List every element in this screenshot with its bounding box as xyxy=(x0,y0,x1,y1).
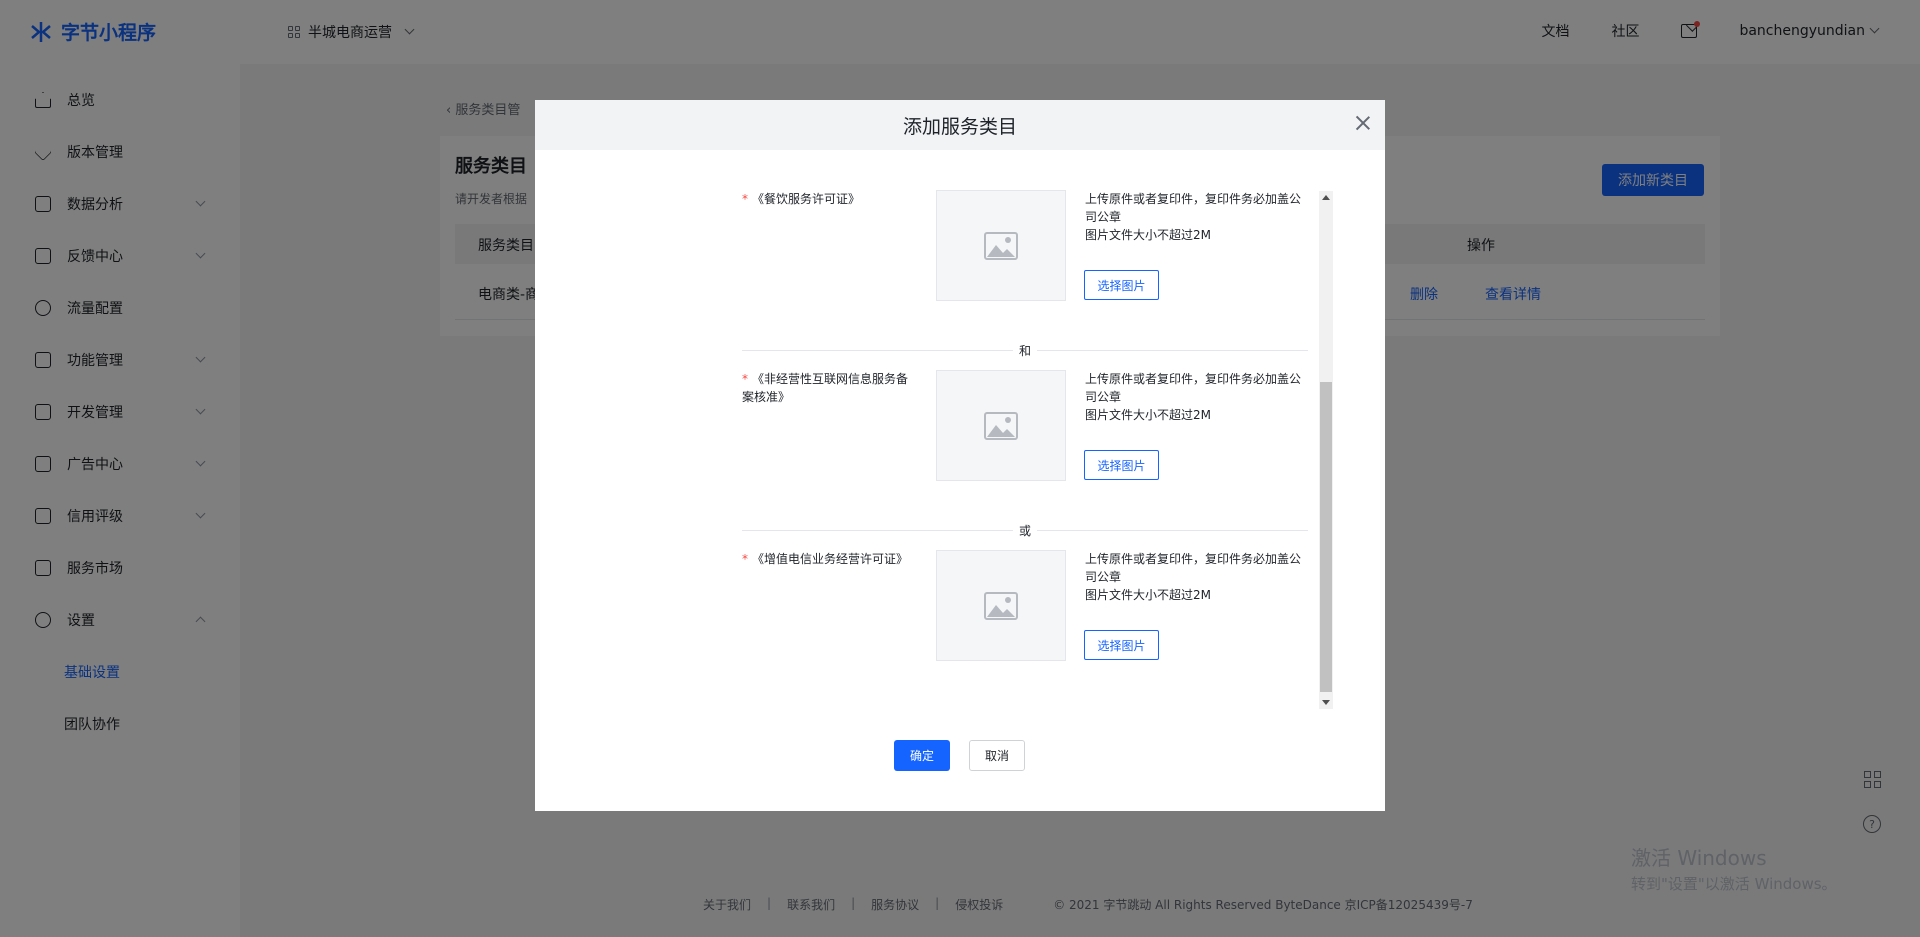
license-name: 《非经营性互联网信息服务备案核准》 xyxy=(742,372,909,404)
modal-title: 添加服务类目 xyxy=(902,115,1017,138)
windows-activation-watermark: 激活 Windows 转到"设置"以激活 Windows。 xyxy=(1631,842,1837,894)
license-name: 《餐饮服务许可证》 xyxy=(752,192,861,206)
image-icon xyxy=(984,411,1018,440)
upload-hint: 上传原件或者复印件，复印件务必加盖公司公章图片文件大小不超过2M xyxy=(1085,550,1310,604)
upload-hint: 上传原件或者复印件，复印件务必加盖公司公章图片文件大小不超过2M xyxy=(1085,370,1310,424)
add-category-modal: 添加服务类目 * 《餐饮服务许可证》 上传原件或者复印件，复印件务必加盖公司公章图… xyxy=(535,100,1385,811)
license-label: * 《非经营性互联网信息服务备案核准》 xyxy=(742,370,917,406)
image-icon xyxy=(984,231,1018,260)
required-mark: * xyxy=(742,192,748,206)
select-image-button[interactable]: 选择图片 xyxy=(1084,270,1159,300)
upload-hint: 上传原件或者复印件，复印件务必加盖公司公章图片文件大小不超过2M xyxy=(1085,190,1310,244)
divider-label-or: 或 xyxy=(1013,522,1037,539)
image-icon xyxy=(984,591,1018,620)
license-label: * 《增值电信业务经营许可证》 xyxy=(742,550,917,568)
divider-label-and: 和 xyxy=(1013,342,1037,359)
activation-subtitle: 转到"设置"以激活 Windows。 xyxy=(1631,875,1837,893)
scrollbar[interactable] xyxy=(1319,191,1333,709)
hint-line-1: 上传原件或者复印件，复印件务必加盖公司公章 xyxy=(1085,372,1302,404)
select-image-button[interactable]: 选择图片 xyxy=(1084,450,1159,480)
scrollbar-thumb[interactable] xyxy=(1320,382,1332,692)
image-placeholder xyxy=(936,370,1066,481)
hint-line-2: 图片文件大小不超过2M xyxy=(1085,408,1211,422)
modal-scroll-area[interactable]: * 《餐饮服务许可证》 上传原件或者复印件，复印件务必加盖公司公章 图片文件大小不超… xyxy=(535,150,1385,710)
scroll-up-icon[interactable] xyxy=(1322,195,1330,200)
hint-line-1: 上传原件或者复印件，复印件务必加盖公司公章 xyxy=(1085,552,1302,584)
license-label: * 《餐饮服务许可证》 xyxy=(742,190,917,208)
image-placeholder xyxy=(936,550,1066,661)
select-image-button[interactable]: 选择图片 xyxy=(1084,630,1159,660)
confirm-button[interactable]: 确定 xyxy=(894,740,950,771)
hint-line-1: 上传原件或者复印件，复印件务必加盖公司公章 xyxy=(1085,192,1302,224)
hint-line-2: 图片文件大小不超过2M xyxy=(1085,588,1211,602)
license-name: 《增值电信业务经营许可证》 xyxy=(752,552,909,566)
required-mark: * xyxy=(742,372,748,386)
activation-title: 激活 Windows xyxy=(1631,846,1767,870)
required-mark: * xyxy=(742,552,748,566)
modal-header: 添加服务类目 xyxy=(535,100,1385,150)
cancel-button[interactable]: 取消 xyxy=(969,740,1025,771)
hint-line-2: 图片文件大小不超过2M xyxy=(1085,228,1211,242)
image-placeholder xyxy=(936,190,1066,301)
scroll-down-icon[interactable] xyxy=(1322,700,1330,705)
close-icon[interactable] xyxy=(1355,115,1371,131)
